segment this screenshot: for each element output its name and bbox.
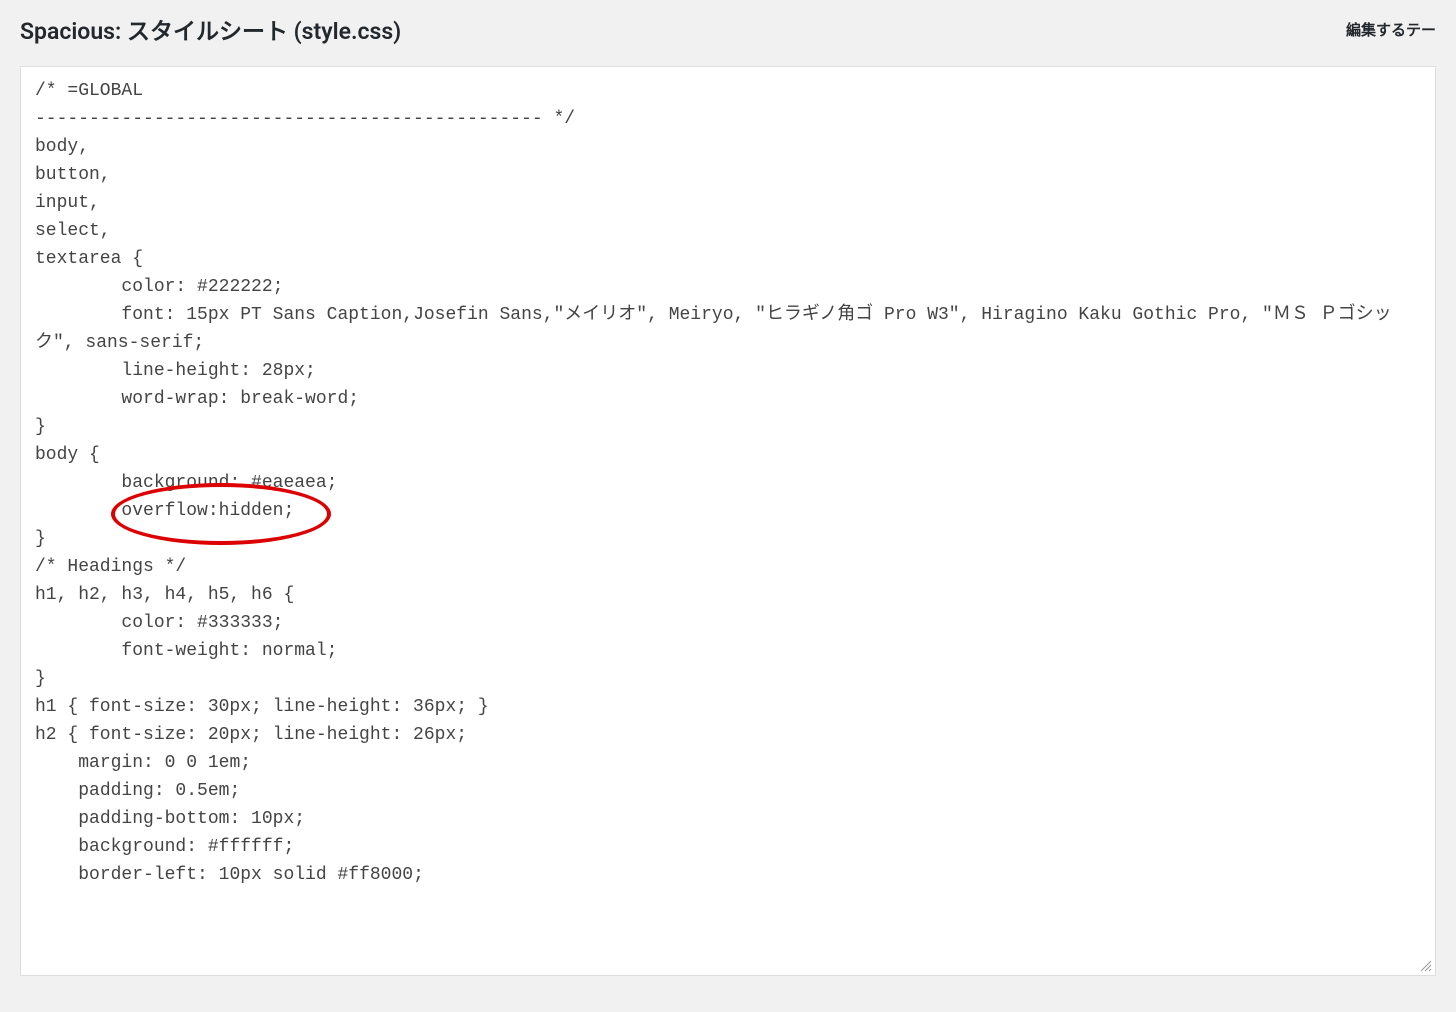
page-header: Spacious: スタイルシート (style.css) 編集するテー [0, 0, 1456, 58]
editor-container [20, 66, 1436, 976]
css-editor-textarea[interactable] [21, 67, 1435, 975]
page-title: Spacious: スタイルシート (style.css) [20, 12, 401, 46]
theme-select-label: 編集するテー [1346, 19, 1436, 40]
